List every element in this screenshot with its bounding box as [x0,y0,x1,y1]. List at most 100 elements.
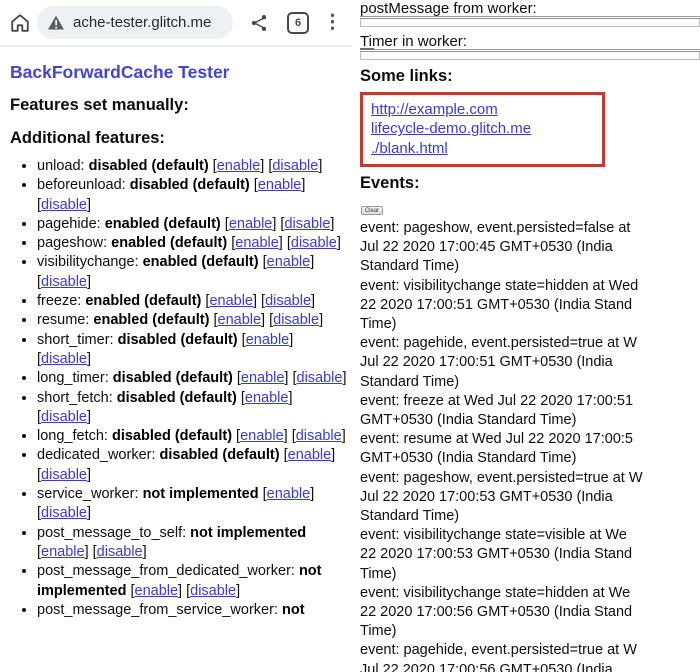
unload-enable-link[interactable]: enable [217,158,261,174]
feature-item: resume: enabled (default) [enable] [disa… [37,311,350,330]
feature-item: long_timer: disabled (default) [enable] … [37,369,350,388]
tab-switcher-button[interactable]: 6 [287,12,309,34]
event-log-line: event: visibilitychange state=hidden at … [360,277,700,296]
pagehide-enable-link[interactable]: enable [229,216,273,232]
long_timer-enable-link[interactable]: enable [241,370,285,386]
annotation-red-box: http://example.comlifecycle-demo.glitch.… [360,92,605,167]
page-crop-right: postMessage from worker: Timer in worker:… [360,0,700,672]
worker-output-value-0 [360,18,700,27]
feature-item: pageshow: enabled (default) [enable] [di… [37,234,350,253]
event-log-line: Time) [360,565,700,584]
event-log-line: event: pageshow, event.persisted=true at… [360,469,700,488]
event-log-line: event: visibilitychange state=visible at… [360,526,700,545]
worker-output-label-1: Timer in worker: [360,33,700,50]
heading-some-links: Some links: [360,67,700,86]
worker-output-value-1 [360,51,700,60]
event-log-line: Jul 22 2020 17:00:45 GMT+0530 (India [360,238,700,257]
worker-output-label-0: postMessage from worker: [360,0,700,17]
event-log-line: event: pagehide, event.persisted=true at… [360,641,700,660]
event-log-line: Standard Time) [360,257,700,276]
event-log-line: Jul 22 2020 17:00:53 GMT+0530 (India [360,488,700,507]
events-log: event: pageshow, event.persisted=false a… [360,219,700,672]
short_timer-disable-link[interactable]: disable [41,351,87,367]
overflow-menu-icon[interactable]: ⋮ [323,13,342,32]
pageshow-enable-link[interactable]: enable [235,235,279,251]
event-log-line: event: pagehide, event.persisted=true at… [360,334,700,353]
features-list: unload: disabled (default) [enable] [dis… [10,157,350,620]
post_message_to_self-disable-link[interactable]: disable [97,544,143,560]
worker-outputs: postMessage from worker: Timer in worker: [360,0,700,60]
feature-item: short_fetch: disabled (default) [enable]… [37,389,350,428]
event-log-line: Jul 22 2020 17:00:56 GMT+0530 (India [360,661,700,672]
pageshow-disable-link[interactable]: disable [291,235,337,251]
hr-fragment [360,48,374,50]
post_message_from_dedicated_worker-enable-link[interactable]: enable [135,583,179,599]
url-text[interactable]: ache-tester.glitch.me [73,14,211,31]
service_worker-disable-link[interactable]: disable [41,505,87,521]
event-log-line: 22 2020 17:00:56 GMT+0530 (India Stand [360,603,700,622]
event-log-line: GMT+0530 (India Standard Time) [360,411,700,430]
event-log-line: event: pageshow, event.persisted=false a… [360,219,700,238]
short_timer-enable-link[interactable]: enable [246,332,290,348]
dedicated_worker-disable-link[interactable]: disable [41,467,87,483]
feature-item: post_message_from_dedicated_worker: not … [37,562,350,601]
heading-features-manual: Features set manually: [10,96,350,115]
event-log-line: 22 2020 17:00:51 GMT+0530 (India Stand [360,296,700,315]
event-log-line: 22 2020 17:00:53 GMT+0530 (India Stand [360,545,700,564]
feature-item: service_worker: not implemented [enable]… [37,485,350,524]
beforeunload-enable-link[interactable]: enable [258,177,302,193]
home-icon[interactable] [7,10,33,36]
post_message_from_dedicated_worker-disable-link[interactable]: disable [190,583,236,599]
feature-item: unload: disabled (default) [enable] [dis… [37,157,350,176]
visibilitychange-enable-link[interactable]: enable [267,254,311,270]
clear-events-button[interactable]: Clear [361,206,383,215]
feature-item: visibilitychange: enabled (default) [ena… [37,253,350,292]
freeze-enable-link[interactable]: enable [209,293,253,309]
feature-item: long_fetch: disabled (default) [enable] … [37,427,350,446]
some-link-0[interactable]: http://example.com [371,100,594,119]
some-link-2[interactable]: ./blank.html [371,139,594,158]
event-log-line: Time) [360,622,700,641]
freeze-disable-link[interactable]: disable [265,293,311,309]
pagehide-disable-link[interactable]: disable [284,216,330,232]
feature-item: freeze: enabled (default) [enable] [disa… [37,292,350,311]
feature-item: post_message_from_service_worker: not [37,601,350,620]
event-log-line: event: resume at Wed Jul 22 2020 17:00:5 [360,430,700,449]
long_timer-disable-link[interactable]: disable [297,370,343,386]
event-log-line: Time) [360,315,700,334]
feature-item: pagehide: enabled (default) [enable] [di… [37,215,350,234]
visibilitychange-disable-link[interactable]: disable [41,274,87,290]
long_fetch-disable-link[interactable]: disable [296,428,342,444]
feature-item: dedicated_worker: disabled (default) [en… [37,446,350,485]
beforeunload-disable-link[interactable]: disable [41,197,87,213]
resume-disable-link[interactable]: disable [273,312,319,328]
heading-events: Events: [360,174,700,193]
browser-toolbar: ache-tester.glitch.me 6 ⋮ [0,0,352,47]
page-title[interactable]: BackForwardCache Tester [10,62,350,83]
event-log-line: Standard Time) [360,507,700,526]
event-log-line: Standard Time) [360,373,700,392]
long_fetch-enable-link[interactable]: enable [240,428,284,444]
address-bar[interactable]: ache-tester.glitch.me [37,6,233,39]
short_fetch-disable-link[interactable]: disable [41,409,87,425]
feature-item: post_message_to_self: not implemented [e… [37,524,350,563]
event-log-line: GMT+0530 (India Standard Time) [360,449,700,468]
feature-item: beforeunload: disabled (default) [enable… [37,176,350,215]
post_message_to_self-enable-link[interactable]: enable [41,544,85,560]
event-log-line: Jul 22 2020 17:00:51 GMT+0530 (India [360,353,700,372]
browser-pane: ache-tester.glitch.me 6 ⋮ BackForwardCac… [0,0,352,672]
feature-item: short_timer: disabled (default) [enable]… [37,331,350,370]
security-warning-icon[interactable] [47,15,65,31]
unload-disable-link[interactable]: disable [272,158,318,174]
service_worker-enable-link[interactable]: enable [267,486,311,502]
share-icon[interactable] [247,11,271,35]
page-content-left: BackForwardCache Tester Features set man… [0,62,352,620]
tab-count: 6 [295,17,301,29]
resume-enable-link[interactable]: enable [218,312,262,328]
event-log-line: event: freeze at Wed Jul 22 2020 17:00:5… [360,392,700,411]
dedicated_worker-enable-link[interactable]: enable [288,447,332,463]
event-log-line: event: visibilitychange state=hidden at … [360,584,700,603]
short_fetch-enable-link[interactable]: enable [245,390,289,406]
heading-additional-features: Additional features: [10,129,350,148]
some-link-1[interactable]: lifecycle-demo.glitch.me [371,119,594,138]
